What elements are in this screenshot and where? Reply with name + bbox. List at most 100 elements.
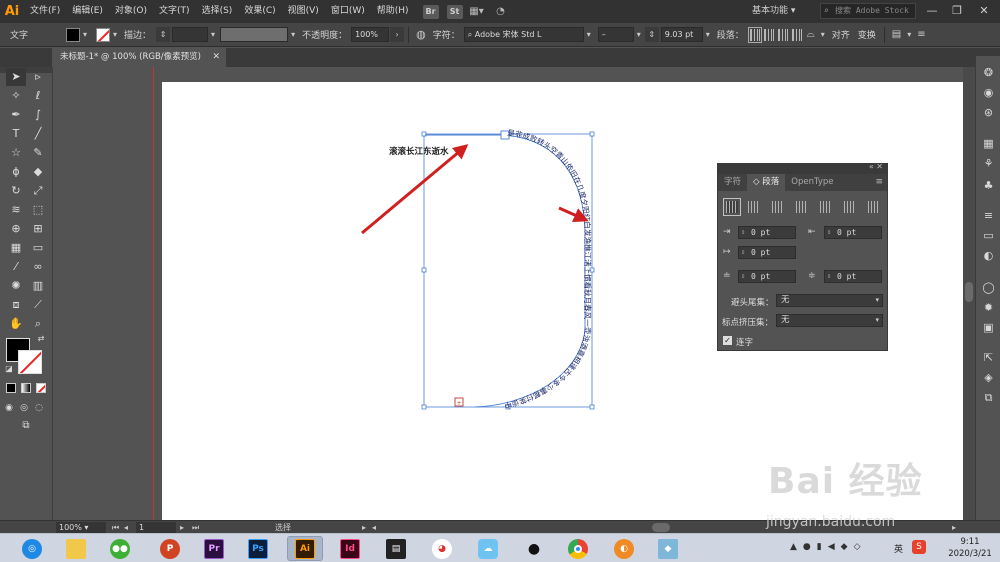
curvature-tool-icon[interactable]: ∫ bbox=[28, 106, 48, 124]
panel-collapse-close-icons[interactable]: « ✕ bbox=[869, 162, 883, 171]
chevron-down-icon[interactable]: ▾ bbox=[288, 30, 298, 39]
menu-edit[interactable]: 编辑(E) bbox=[66, 0, 109, 23]
direct-selection-tool-icon[interactable]: ▹ bbox=[28, 68, 48, 86]
chevron-down-icon[interactable]: ▾ bbox=[634, 30, 644, 39]
first-line-indent-field[interactable]: ⇕ 0 pt bbox=[738, 246, 796, 259]
swap-colors-icon[interactable]: ⇄ bbox=[34, 333, 48, 345]
column-graph-icon[interactable]: ▥ bbox=[28, 277, 48, 295]
variable-width-profile[interactable] bbox=[220, 27, 289, 42]
font-style-field[interactable]: – bbox=[597, 27, 634, 42]
justify-all-icon[interactable] bbox=[868, 201, 880, 213]
symbols-icon[interactable]: ♣ bbox=[981, 178, 996, 193]
chevron-down-icon[interactable]: ▾ bbox=[818, 30, 828, 39]
character-label[interactable]: 字符： bbox=[429, 28, 464, 41]
chevron-down-icon[interactable]: ▾ bbox=[110, 30, 120, 39]
scale-tool-icon[interactable]: ⤢ bbox=[28, 182, 48, 200]
taskbar-app-icon[interactable]: ☁ bbox=[474, 537, 502, 560]
taskbar-browser-icon[interactable]: ◎ bbox=[18, 537, 46, 560]
menu-window[interactable]: 窗口(W) bbox=[325, 0, 371, 23]
align-right-icon[interactable] bbox=[777, 28, 788, 41]
chevron-down-icon[interactable]: ▾ bbox=[208, 30, 218, 39]
bridge-button[interactable]: Br bbox=[422, 4, 439, 19]
hyphenate-checkbox[interactable]: ✓ bbox=[723, 336, 732, 345]
artboard-number-field[interactable]: 1 bbox=[136, 522, 176, 533]
tray-app-icon[interactable]: ◇ bbox=[854, 542, 861, 556]
paintbrush-icon[interactable]: ϕ bbox=[6, 163, 26, 181]
font-size-field[interactable]: 9.03 pt bbox=[660, 27, 703, 42]
warp-tool-icon[interactable]: ≋ bbox=[6, 201, 26, 219]
stock-search-input[interactable]: ⌕ 搜索 Adobe Stock bbox=[820, 3, 916, 19]
gradient-mode-icon[interactable] bbox=[21, 383, 31, 393]
menu-view[interactable]: 视图(V) bbox=[282, 0, 325, 23]
panel-title-bar[interactable]: « ✕ bbox=[718, 162, 887, 174]
maximize-button[interactable]: ❐ bbox=[947, 3, 967, 19]
space-after-field[interactable]: ⇕ 0 pt bbox=[824, 270, 882, 283]
align-panel-link[interactable]: 对齐 bbox=[828, 28, 854, 41]
asset-export-icon[interactable]: ▣ bbox=[981, 320, 996, 335]
line-tool-icon[interactable]: ╱ bbox=[28, 125, 48, 143]
lasso-icon[interactable]: ℓ bbox=[28, 87, 48, 105]
transform-panel-link[interactable]: 变换 bbox=[854, 28, 880, 41]
draw-normal-icon[interactable]: ◉ bbox=[2, 399, 16, 417]
tray-app-icon[interactable]: ◆ bbox=[841, 542, 848, 556]
color-icon[interactable]: ◉ bbox=[981, 85, 996, 100]
speaker-icon[interactable]: ◀ bbox=[828, 542, 835, 556]
artboard-tool-icon[interactable]: ⧈ bbox=[6, 296, 26, 314]
eyedropper-icon[interactable]: ⁄ bbox=[6, 258, 26, 276]
magic-wand-icon[interactable]: ✧ bbox=[6, 87, 26, 105]
stroke-weight-field[interactable] bbox=[172, 27, 209, 42]
menu-effect[interactable]: 效果(C) bbox=[238, 0, 281, 23]
taskbar-app-icon[interactable]: ◐ bbox=[610, 537, 638, 560]
document-tab[interactable]: 未标题-1* @ 100% (RGB/像素预览) ✕ bbox=[52, 48, 226, 67]
close-icon[interactable]: ✕ bbox=[212, 48, 220, 67]
dock-header[interactable] bbox=[976, 48, 1000, 56]
chevron-down-icon[interactable]: ▾ bbox=[703, 30, 713, 39]
kinsoku-select[interactable]: 无 ▾ bbox=[776, 294, 883, 307]
right-indent-field[interactable]: ⇕ 0 pt bbox=[824, 226, 882, 239]
minimize-button[interactable]: — bbox=[922, 3, 942, 19]
justify-right-icon[interactable] bbox=[844, 201, 856, 213]
taskbar-photoshop-icon[interactable]: Ps bbox=[244, 537, 272, 560]
taskbar-illustrator-icon[interactable]: Ai bbox=[287, 536, 323, 561]
layers-icon[interactable]: ◈ bbox=[981, 370, 996, 385]
chevron-down-icon[interactable]: ▾ bbox=[904, 30, 914, 39]
left-indent-field[interactable]: ⇕ 0 pt bbox=[738, 226, 796, 239]
align-center-icon[interactable] bbox=[763, 28, 774, 41]
horizontal-scrollbar-thumb[interactable] bbox=[652, 523, 670, 532]
align-left-icon[interactable] bbox=[747, 26, 762, 43]
screen-mode-icon[interactable]: ⧉ bbox=[16, 417, 36, 435]
taskbar-wechat-icon[interactable]: ●● bbox=[106, 537, 134, 560]
space-before-field[interactable]: ⇕ 0 pt bbox=[738, 270, 796, 283]
recolor-artwork-icon[interactable]: ◍ bbox=[413, 28, 429, 41]
rotate-tool-icon[interactable]: ↻ bbox=[6, 182, 26, 200]
taskbar-app-icon[interactable]: ◕ bbox=[428, 537, 456, 560]
text-options-icon[interactable]: ⌓ bbox=[804, 29, 818, 40]
zoom-field[interactable]: 100% ▾ bbox=[56, 522, 106, 533]
graphic-styles-icon[interactable]: ✹ bbox=[981, 300, 996, 315]
taskbar-video-player-icon[interactable]: ▤ bbox=[382, 537, 410, 560]
justify-icon[interactable] bbox=[791, 28, 802, 41]
taskbar-qq-icon[interactable]: ● bbox=[520, 537, 548, 560]
taskbar-app-icon[interactable]: ◆ bbox=[654, 537, 682, 560]
justify-left-icon[interactable] bbox=[796, 201, 808, 213]
gradient-tool-icon[interactable]: ▭ bbox=[28, 239, 48, 257]
taskbar-powerpoint-icon[interactable]: P bbox=[156, 537, 184, 560]
control-menu-icon[interactable]: ≡ bbox=[914, 29, 928, 40]
stroke-swatch[interactable] bbox=[96, 27, 111, 42]
export-icon[interactable]: ⇱ bbox=[981, 350, 996, 365]
shape-builder-icon[interactable]: ⊕ bbox=[6, 220, 26, 238]
artboards-icon[interactable]: ⧉ bbox=[981, 390, 996, 405]
align-center-icon[interactable] bbox=[748, 201, 760, 213]
gpu-performance-icon[interactable]: ◔ bbox=[491, 5, 511, 19]
free-transform-icon[interactable]: ⬚ bbox=[28, 201, 48, 219]
type-tool-icon[interactable]: T bbox=[6, 125, 26, 143]
panel-menu-icon[interactable]: ≡ bbox=[875, 174, 883, 191]
live-paint-icon[interactable]: ⊞ bbox=[28, 220, 48, 238]
input-method-indicator[interactable]: 英 bbox=[894, 542, 903, 555]
symbol-sprayer-icon[interactable]: ✺ bbox=[6, 277, 26, 295]
color-mode-icon[interactable] bbox=[6, 383, 16, 393]
stroke-color-box[interactable] bbox=[18, 350, 42, 374]
star-tool-icon[interactable]: ☆ bbox=[6, 144, 26, 162]
tab-paragraph[interactable]: ◇ 段落 bbox=[747, 174, 786, 191]
close-window-button[interactable]: ✕ bbox=[974, 3, 994, 19]
